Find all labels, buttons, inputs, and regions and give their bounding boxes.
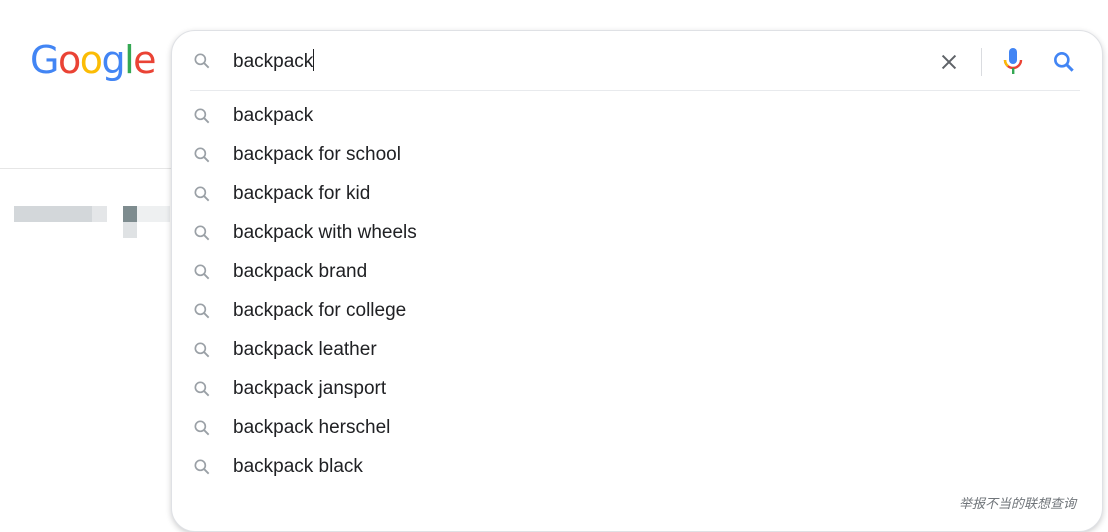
suggestion-item[interactable]: backpack with wheels bbox=[172, 213, 1102, 252]
search-icon bbox=[194, 303, 210, 319]
search-input[interactable]: backpack bbox=[233, 49, 315, 73]
toolbar-divider bbox=[981, 48, 982, 76]
microphone-icon[interactable] bbox=[1001, 46, 1025, 78]
suggestion-item[interactable]: backpack leather bbox=[172, 330, 1102, 369]
suggestion-text: backpack jansport bbox=[233, 378, 387, 399]
suggestion-item[interactable]: backpack bbox=[172, 96, 1102, 135]
suggestion-item[interactable]: backpack for college bbox=[172, 291, 1102, 330]
suggestion-text: backpack for kid bbox=[233, 183, 371, 204]
search-bar: backpack bbox=[172, 31, 1102, 91]
google-logo[interactable]: Google bbox=[30, 38, 157, 82]
suggestion-text: backpack for school bbox=[233, 144, 401, 165]
search-icon bbox=[194, 53, 210, 69]
blurred-nav-item bbox=[14, 206, 170, 238]
header-divider bbox=[0, 168, 171, 169]
suggestion-item[interactable]: backpack brand bbox=[172, 252, 1102, 291]
suggestion-item[interactable]: backpack jansport bbox=[172, 369, 1102, 408]
search-icon bbox=[194, 108, 210, 124]
suggestion-text: backpack leather bbox=[233, 339, 377, 360]
suggestion-text: backpack herschel bbox=[233, 417, 391, 438]
suggestion-item[interactable]: backpack for kid bbox=[172, 174, 1102, 213]
suggestion-text: backpack with wheels bbox=[233, 222, 417, 243]
suggestion-item[interactable]: backpack black bbox=[172, 447, 1102, 486]
search-icon bbox=[194, 420, 210, 436]
suggestion-text: backpack black bbox=[233, 456, 363, 477]
suggestion-text: backpack for college bbox=[233, 300, 407, 321]
search-icon bbox=[194, 264, 210, 280]
suggestion-item[interactable]: backpack for school bbox=[172, 135, 1102, 174]
close-icon[interactable] bbox=[938, 51, 960, 73]
search-submit-icon[interactable] bbox=[1051, 49, 1077, 75]
search-icon bbox=[194, 147, 210, 163]
suggestion-item[interactable]: backpack herschel bbox=[172, 408, 1102, 447]
dropdown-divider bbox=[190, 90, 1080, 91]
search-icon bbox=[194, 186, 210, 202]
search-autocomplete: backpack backpack backpack for school back… bbox=[171, 30, 1103, 532]
search-icon bbox=[194, 342, 210, 358]
suggestion-text: backpack brand bbox=[233, 261, 368, 282]
suggestion-text: backpack bbox=[233, 105, 314, 126]
search-icon bbox=[194, 459, 210, 475]
report-predictions-link[interactable]: 举报不当的联想查询 bbox=[959, 493, 1076, 512]
search-icon bbox=[194, 225, 210, 241]
search-icon bbox=[194, 381, 210, 397]
